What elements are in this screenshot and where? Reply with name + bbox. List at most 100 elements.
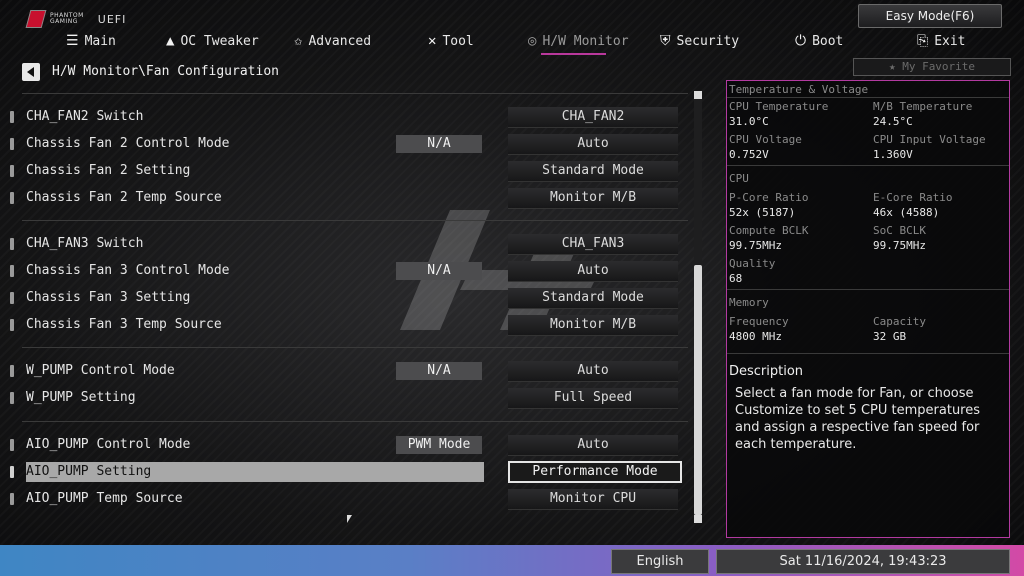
setting-row-w-pump-control-mode[interactable]: W_PUMP Control Mode N/A Auto bbox=[10, 361, 690, 382]
setting-row-aio-pump-setting[interactable]: AIO_PUMP Setting Performance Mode bbox=[10, 461, 690, 483]
tab-main[interactable]: ☰ Main bbox=[66, 30, 116, 52]
monitor-icon: ◎ bbox=[528, 33, 537, 49]
pcore-ratio-label: P-Core Ratio bbox=[729, 191, 809, 204]
tab-oc-tweaker[interactable]: ▲ OC Tweaker bbox=[166, 30, 259, 52]
status-badge: N/A bbox=[396, 362, 482, 380]
uefi-label: UEFI bbox=[97, 12, 127, 26]
row-bullet bbox=[10, 138, 14, 150]
tab-exit-label: Exit bbox=[934, 33, 966, 49]
quality-value: 68 bbox=[729, 272, 743, 285]
setting-row-chassis-fan3-control-mode[interactable]: Chassis Fan 3 Control Mode N/A Auto bbox=[10, 261, 690, 282]
setting-row-aio-pump-control-mode[interactable]: AIO_PUMP Control Mode PWM Mode Auto bbox=[10, 435, 690, 456]
power-icon: ⏻ bbox=[795, 33, 807, 49]
status-badge: N/A bbox=[396, 262, 482, 280]
setting-label: CHA_FAN3 Switch bbox=[26, 236, 144, 251]
language-button[interactable]: English bbox=[611, 549, 709, 574]
tools-icon: ✕ bbox=[428, 33, 437, 49]
tab-advanced-label: Advanced bbox=[308, 33, 372, 49]
setting-label: Chassis Fan 3 Setting bbox=[26, 290, 191, 305]
tab-advanced[interactable]: ✩ Advanced bbox=[294, 30, 371, 52]
setting-row-chassis-fan3-setting[interactable]: Chassis Fan 3 Setting Standard Mode bbox=[10, 288, 690, 309]
setting-row-chassis-fan2-temp-source[interactable]: Chassis Fan 2 Temp Source Monitor M/B bbox=[10, 188, 690, 209]
setting-value[interactable]: Performance Mode bbox=[508, 461, 682, 483]
brand-line2: GAMING bbox=[50, 18, 78, 25]
active-tab-indicator bbox=[541, 53, 606, 55]
setting-value[interactable]: Auto bbox=[508, 134, 678, 155]
setting-value[interactable]: Auto bbox=[508, 261, 678, 282]
setting-row-cha-fan2-switch[interactable]: CHA_FAN2 Switch CHA_FAN2 bbox=[10, 107, 690, 128]
setting-value[interactable]: CHA_FAN2 bbox=[508, 107, 678, 128]
compute-bclk-value: 99.75MHz bbox=[729, 239, 782, 252]
setting-value[interactable]: CHA_FAN3 bbox=[508, 234, 678, 255]
tab-boot[interactable]: ⏻ Boot bbox=[795, 30, 843, 52]
setting-row-chassis-fan3-temp-source[interactable]: Chassis Fan 3 Temp Source Monitor M/B bbox=[10, 315, 690, 336]
row-bullet bbox=[10, 192, 14, 204]
easy-mode-button[interactable]: Easy Mode(F6) bbox=[858, 4, 1002, 28]
setting-value[interactable]: Monitor M/B bbox=[508, 188, 678, 209]
memory-capacity-label: Capacity bbox=[873, 315, 926, 328]
setting-value[interactable]: Auto bbox=[508, 435, 678, 456]
compute-bclk-label: Compute BCLK bbox=[729, 224, 809, 237]
quality-label: Quality bbox=[729, 257, 776, 270]
row-bullet bbox=[10, 493, 14, 505]
scroll-up-arrow-icon[interactable] bbox=[694, 91, 702, 99]
setting-row-aio-pump-temp-source[interactable]: AIO_PUMP Temp Source Monitor CPU bbox=[10, 489, 690, 510]
tab-tool-label: Tool bbox=[442, 33, 474, 49]
setting-value[interactable]: Standard Mode bbox=[508, 161, 678, 182]
pcore-ratio-value: 52x (5187) bbox=[729, 206, 796, 219]
row-bullet bbox=[10, 319, 14, 331]
tab-exit[interactable]: ⎘ Exit bbox=[917, 30, 966, 52]
row-bullet bbox=[10, 165, 14, 177]
setting-label: W_PUMP Control Mode bbox=[26, 363, 175, 378]
tab-security[interactable]: ⛨ Security bbox=[660, 30, 739, 52]
setting-label: Chassis Fan 3 Control Mode bbox=[26, 263, 230, 278]
tab-hw-monitor-label: H/W Monitor bbox=[542, 33, 629, 49]
row-bullet bbox=[10, 439, 14, 451]
status-badge: N/A bbox=[396, 135, 482, 153]
setting-label: Chassis Fan 2 Setting bbox=[26, 163, 191, 178]
scrollbar-thumb[interactable] bbox=[694, 265, 702, 515]
status-badge: PWM Mode bbox=[396, 436, 482, 454]
memory-frequency-label: Frequency bbox=[729, 315, 789, 328]
phantom-gaming-logo-icon bbox=[25, 10, 47, 28]
setting-value[interactable]: Monitor CPU bbox=[508, 489, 678, 510]
divider bbox=[22, 347, 688, 348]
divider bbox=[22, 421, 688, 422]
rocket-icon: ▲ bbox=[166, 33, 175, 49]
section-title-cpu: CPU bbox=[729, 172, 749, 185]
tab-tool[interactable]: ✕ Tool bbox=[428, 30, 474, 52]
setting-value[interactable]: Monitor M/B bbox=[508, 315, 678, 336]
setting-label: Chassis Fan 3 Temp Source bbox=[26, 317, 222, 332]
setting-value[interactable]: Full Speed bbox=[508, 388, 678, 409]
list-icon: ☰ bbox=[66, 33, 79, 49]
brand-logo: PHANTOM GAMING UEFI bbox=[25, 10, 127, 28]
row-bullet bbox=[10, 466, 14, 478]
setting-row-chassis-fan2-setting[interactable]: Chassis Fan 2 Setting Standard Mode bbox=[10, 161, 690, 182]
shield-icon: ⛨ bbox=[660, 33, 671, 49]
tab-hw-monitor[interactable]: ◎ H/W Monitor bbox=[528, 30, 629, 52]
setting-row-cha-fan3-switch[interactable]: CHA_FAN3 Switch CHA_FAN3 bbox=[10, 234, 690, 255]
divider bbox=[727, 165, 1009, 166]
scroll-down-arrow-icon[interactable] bbox=[694, 515, 702, 523]
row-bullet bbox=[10, 365, 14, 377]
cpu-input-voltage-label: CPU Input Voltage bbox=[873, 133, 986, 146]
setting-label: AIO_PUMP Control Mode bbox=[26, 437, 191, 452]
soc-bclk-label: SoC BCLK bbox=[873, 224, 926, 237]
setting-value[interactable]: Auto bbox=[508, 361, 678, 382]
cpu-temp-label: CPU Temperature bbox=[729, 100, 829, 113]
cpu-voltage-value: 0.752V bbox=[729, 148, 769, 161]
my-favorite-button[interactable]: ★ My Favorite bbox=[853, 58, 1011, 76]
back-button[interactable] bbox=[22, 63, 40, 81]
setting-value[interactable]: Standard Mode bbox=[508, 288, 678, 309]
row-bullet bbox=[10, 265, 14, 277]
setting-row-chassis-fan2-control-mode[interactable]: Chassis Fan 2 Control Mode N/A Auto bbox=[10, 134, 690, 155]
cpu-voltage-label: CPU Voltage bbox=[729, 133, 802, 146]
memory-frequency-value: 4800 MHz bbox=[729, 330, 782, 343]
divider bbox=[22, 220, 688, 221]
exit-icon: ⎘ bbox=[917, 33, 929, 49]
description-title: Description bbox=[729, 364, 804, 379]
divider bbox=[727, 97, 1009, 98]
row-bullet bbox=[10, 392, 14, 404]
row-bullet bbox=[10, 111, 14, 123]
setting-row-w-pump-setting[interactable]: W_PUMP Setting Full Speed bbox=[10, 388, 690, 409]
